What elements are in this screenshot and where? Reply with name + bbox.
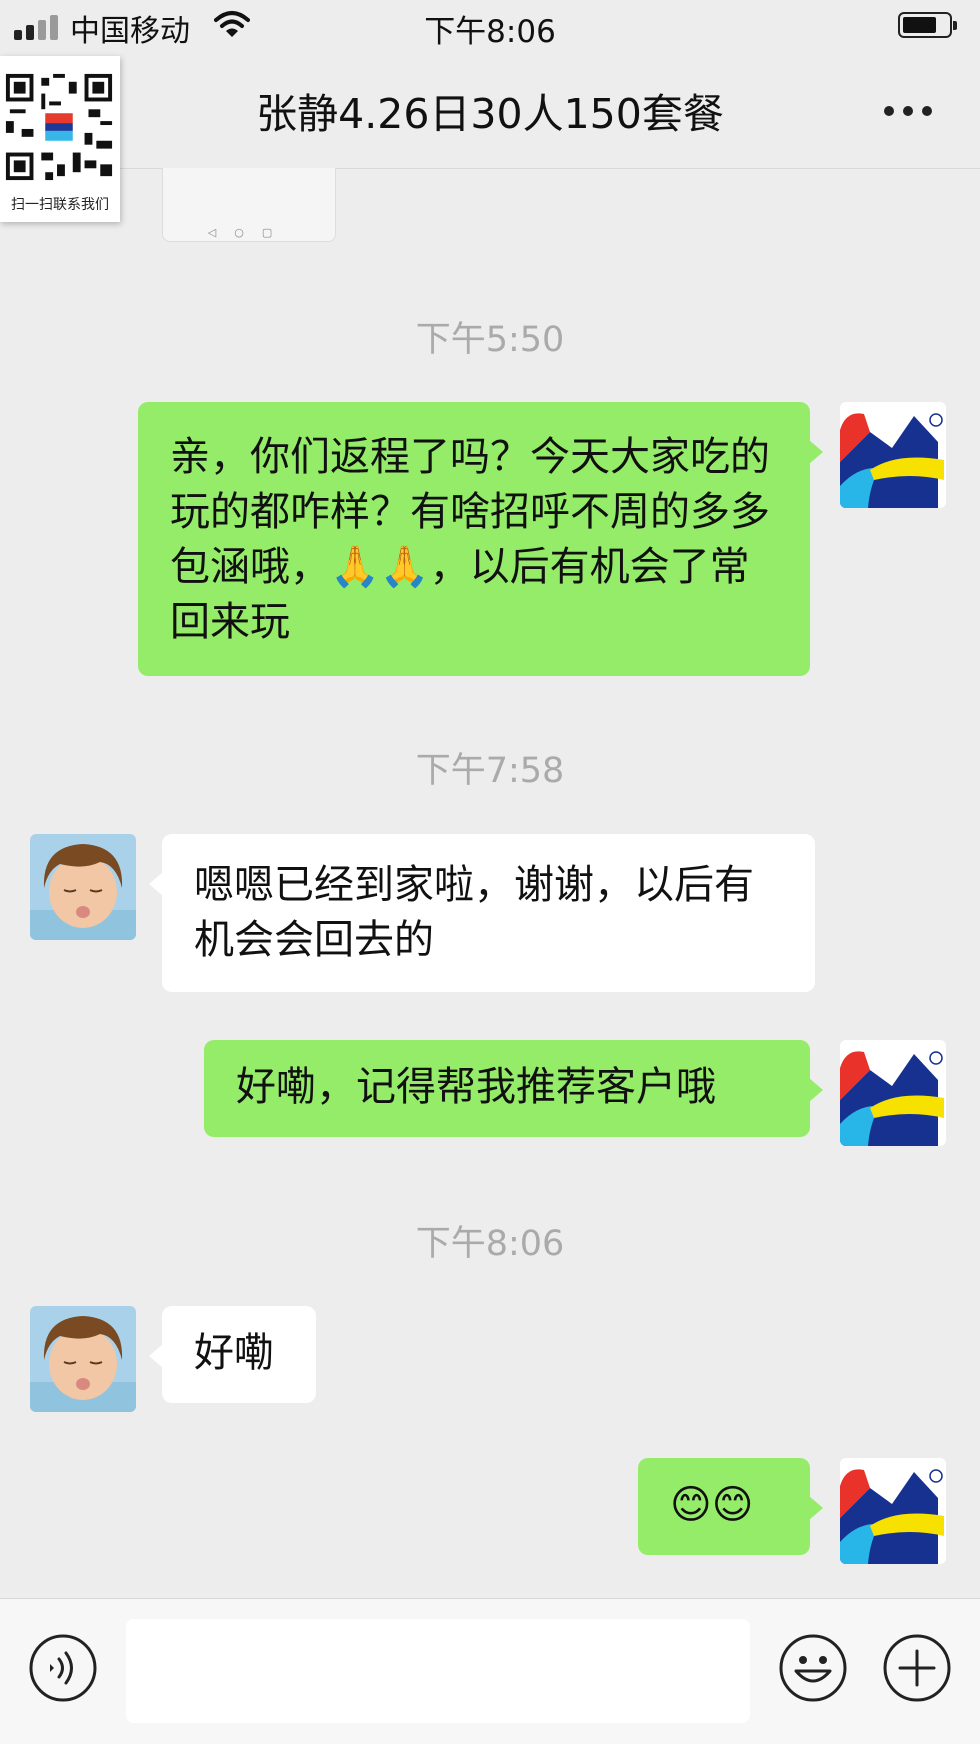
- brand-logo-avatar[interactable]: [840, 1040, 946, 1146]
- qr-caption: 扫一扫联系我们: [11, 197, 109, 213]
- qr-code-badge[interactable]: 扫一扫联系我们: [0, 56, 120, 222]
- brand-logo-avatar[interactable]: [840, 1458, 946, 1564]
- plus-icon[interactable]: [882, 1633, 952, 1703]
- voice-icon[interactable]: [28, 1633, 98, 1703]
- input-bar: [0, 1598, 980, 1744]
- received-message-bubble[interactable]: 嗯嗯已经到家啦，谢谢，以后有机会会回去的: [149, 834, 815, 992]
- emoji-icon[interactable]: [778, 1633, 848, 1703]
- contact-avatar[interactable]: [30, 834, 136, 940]
- received-message-bubble[interactable]: 好嘞: [149, 1306, 316, 1403]
- timestamp: 下午8:06: [415, 1224, 565, 1264]
- timestamp: 下午5:50: [415, 320, 565, 360]
- qr-code-image: [2, 70, 116, 184]
- status-bar: 中国移动 下午8:06: [0, 0, 980, 52]
- status-time: 下午8:06: [424, 14, 556, 50]
- previous-image-message[interactable]: ◁○▢: [162, 168, 336, 242]
- message-input[interactable]: [126, 1619, 750, 1723]
- chat-title: 张静4.26日30人150套餐: [256, 90, 724, 138]
- chat-header: 张静4.26日30人150套餐: [0, 52, 980, 169]
- sent-message-bubble[interactable]: 亲，你们返程了吗？今天大家吃的玩的都咋样？有啥招呼不周的多多包涵哦，🙏🙏，以后有…: [138, 402, 823, 676]
- contact-avatar[interactable]: [30, 1306, 136, 1412]
- sent-message-bubble[interactable]: 😊😊: [638, 1458, 823, 1555]
- timestamp: 下午7:58: [415, 751, 565, 791]
- sent-message-bubble[interactable]: 好嘞，记得帮我推荐客户哦: [204, 1040, 823, 1137]
- brand-logo-avatar[interactable]: [840, 402, 946, 508]
- more-icon[interactable]: [880, 100, 936, 120]
- battery-icon: [898, 12, 957, 38]
